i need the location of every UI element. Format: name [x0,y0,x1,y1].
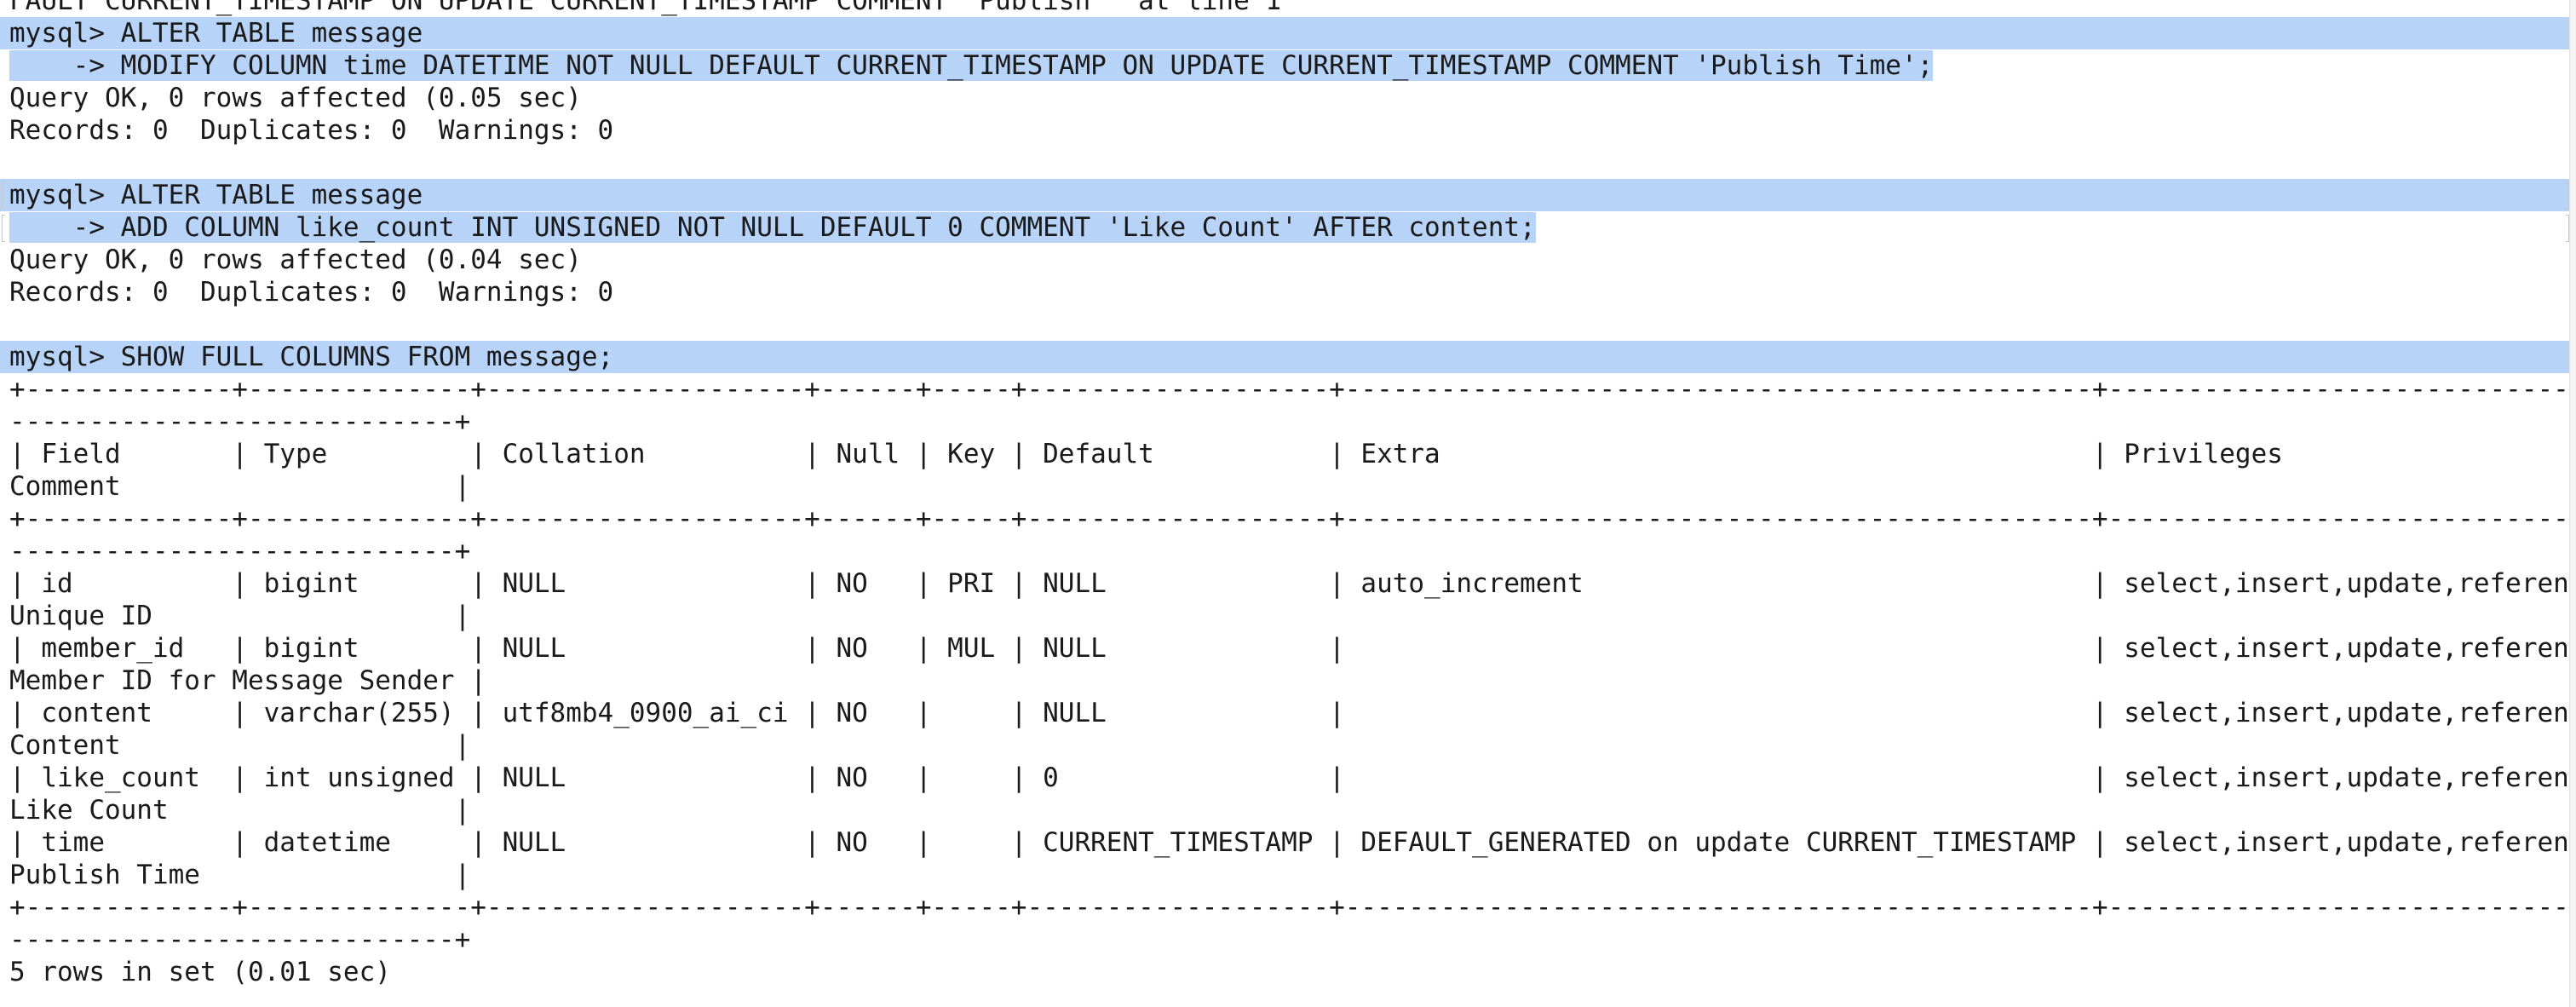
terminal-line-text: Query OK, 0 rows affected (0.05 sec) [9,83,582,113]
terminal-line-text: Like Count | [9,795,471,826]
terminal-line-text: Comment | [9,471,471,502]
terminal-line-text: Member ID for Message Sender | [9,665,486,696]
terminal-line-text: Records: 0 Duplicates: 0 Warnings: 0 [9,277,614,308]
terminal-line: Publish Time | [0,859,2576,891]
terminal-line: Unique ID | [0,600,2576,632]
terminal-line-text: -> MODIFY COLUMN time DATETIME NOT NULL … [9,50,1934,81]
terminal-line-text: mysql> SHOW FULL COLUMNS FROM message; [9,342,614,372]
terminal-line-text: Content | [9,730,471,761]
terminal-line-text: 5 rows in set (0.01 sec) [9,957,391,987]
terminal-line-text: mysql> ALTER TABLE message [9,18,423,49]
terminal-line: +-------------+--------------+----------… [0,891,2576,924]
terminal-line-text: | Field | Type | Collation | Null | Key … [9,439,2576,469]
terminal-output[interactable]: FAULT CURRENT_TIMESTAMP ON UPDATE CURREN… [0,0,2576,988]
terminal-line-text: ----------------------------+ [9,924,471,955]
terminal-line: -> ADD COLUMN like_count INT UNSIGNED NO… [0,211,2576,244]
terminal-line: Member ID for Message Sender | [0,665,2576,697]
terminal-line: | content | varchar(255) | utf8mb4_0900_… [0,697,2576,729]
terminal-line: Comment | [0,470,2576,503]
terminal-line: | like_count | int unsigned | NULL | NO … [0,762,2576,794]
terminal-line: Content | [0,729,2576,762]
terminal-line-text: +-------------+--------------+----------… [9,374,2576,405]
terminal-line: | member_id | bigint | NULL | NO | MUL |… [0,632,2576,665]
terminal-line-text: | member_id | bigint | NULL | NO | MUL |… [9,633,2576,664]
terminal-line-text: Unique ID | [9,601,471,631]
terminal-line-text: FAULT CURRENT_TIMESTAMP ON UPDATE CURREN… [9,0,1282,16]
selection-bracket-left [2,215,5,242]
terminal-line-text: mysql> ALTER TABLE message [9,180,423,210]
terminal-line-text: +-------------+--------------+----------… [9,504,2576,534]
terminal-line: mysql> ALTER TABLE message [0,17,2576,49]
terminal-line-text: Publish Time | [9,860,471,890]
terminal-line: Records: 0 Duplicates: 0 Warnings: 0 [0,276,2576,308]
scrollbar[interactable] [2569,0,2576,1007]
terminal-line: +-------------+--------------+----------… [0,503,2576,535]
terminal-line: | time | datetime | NULL | NO | | CURREN… [0,826,2576,859]
terminal-line: Like Count | [0,794,2576,826]
terminal-line-text: -> ADD COLUMN like_count INT UNSIGNED NO… [9,212,1536,243]
terminal-line-text: | content | varchar(255) | utf8mb4_0900_… [9,698,2576,728]
terminal-line: Records: 0 Duplicates: 0 Warnings: 0 [0,114,2576,147]
terminal-line: 5 rows in set (0.01 sec) [0,956,2576,988]
terminal-line-text: +-------------+--------------+----------… [9,892,2576,923]
terminal-line: | Field | Type | Collation | Null | Key … [0,438,2576,470]
terminal-line: FAULT CURRENT_TIMESTAMP ON UPDATE CURREN… [0,0,2576,17]
terminal-line: ----------------------------+ [0,406,2576,438]
terminal-line: Query OK, 0 rows affected (0.04 sec) [0,244,2576,276]
terminal-line: | id | bigint | NULL | NO | PRI | NULL |… [0,567,2576,600]
terminal-line-text: ----------------------------+ [9,406,471,437]
selection-bracket-left [2,182,5,210]
terminal-line: ----------------------------+ [0,924,2576,956]
terminal-line-text: | like_count | int unsigned | NULL | NO … [9,762,2576,793]
terminal-line-text: | id | bigint | NULL | NO | PRI | NULL |… [9,568,2576,599]
terminal-line-text: Query OK, 0 rows affected (0.04 sec) [9,245,582,275]
terminal-line-text: | time | datetime | NULL | NO | | CURREN… [9,827,2576,858]
terminal-line: -> MODIFY COLUMN time DATETIME NOT NULL … [0,49,2576,82]
terminal-line: Query OK, 0 rows affected (0.05 sec) [0,82,2576,114]
terminal-line-text: Records: 0 Duplicates: 0 Warnings: 0 [9,115,614,146]
terminal-line: +-------------+--------------+----------… [0,373,2576,406]
terminal-line-text: ----------------------------+ [9,536,471,567]
terminal-line: mysql> SHOW FULL COLUMNS FROM message; [0,341,2576,373]
terminal-line: ----------------------------+ [0,535,2576,567]
terminal-line: mysql> ALTER TABLE message [0,179,2576,211]
